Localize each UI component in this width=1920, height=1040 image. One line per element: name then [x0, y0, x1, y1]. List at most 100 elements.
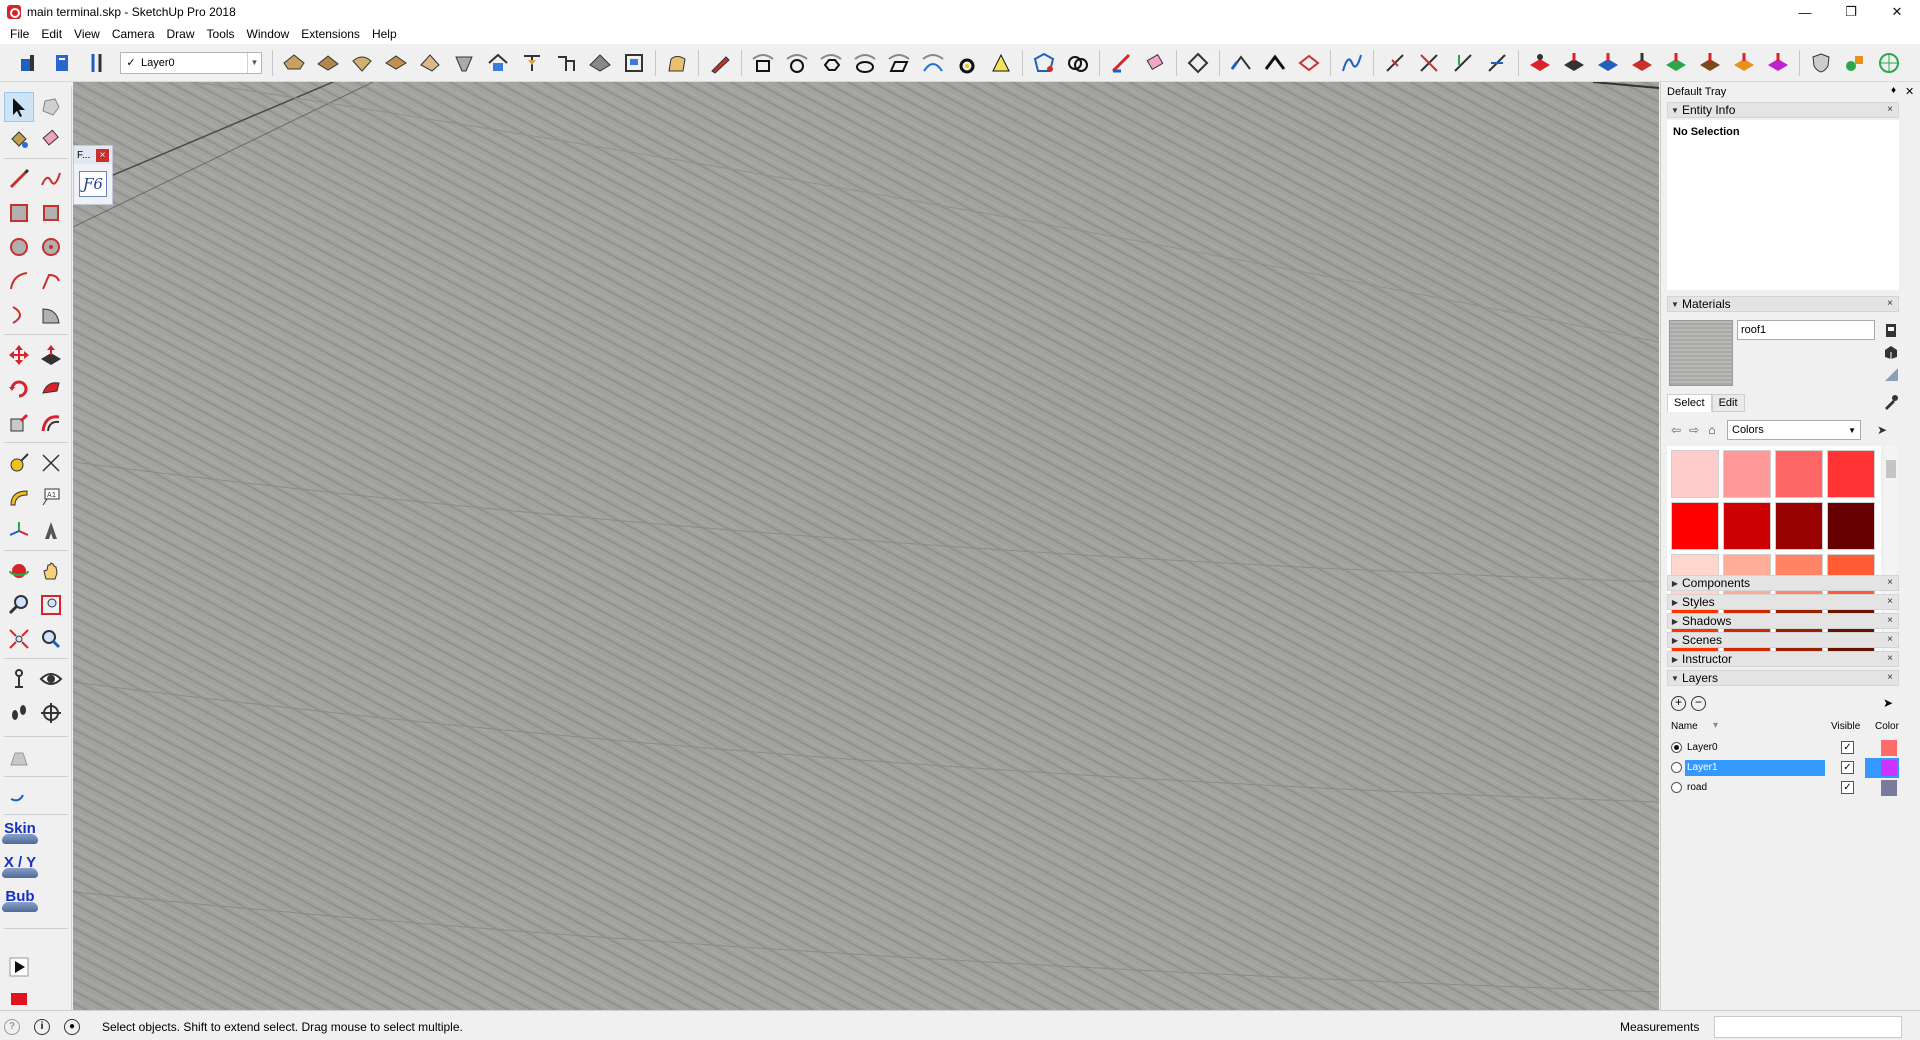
roof-gable-icon[interactable]	[1262, 50, 1288, 76]
circle-icon[interactable]	[4, 232, 34, 262]
color-swatch[interactable]	[1775, 450, 1823, 498]
shape-circle-icon[interactable]	[784, 50, 810, 76]
orbit-icon[interactable]	[4, 556, 34, 586]
push-tool-8-icon[interactable]	[1765, 50, 1791, 76]
panel-header-scenes[interactable]: ▶ Scenes ×	[1667, 632, 1899, 648]
extrude-icon[interactable]	[1108, 50, 1134, 76]
close-icon[interactable]: ✕	[1874, 0, 1920, 24]
layer-name[interactable]: Layer1	[1685, 760, 1825, 776]
library-dropdown[interactable]: Colors ▼	[1727, 420, 1861, 440]
layer-row[interactable]: Layer1 ✓	[1667, 758, 1899, 778]
close-icon[interactable]: ×	[1884, 577, 1896, 589]
color-swatch[interactable]	[1723, 450, 1771, 498]
eyedropper-icon[interactable]	[1883, 394, 1899, 410]
bezier-curve-icon[interactable]	[1339, 50, 1365, 76]
close-icon[interactable]: ×	[1884, 615, 1896, 627]
minimize-icon[interactable]: —	[1782, 0, 1828, 24]
sort-icon[interactable]: ▾	[1713, 720, 1718, 731]
panel-header-instructor[interactable]: ▶ Instructor ×	[1667, 651, 1899, 667]
axis-icon[interactable]	[84, 50, 110, 76]
shape-ellipse-icon[interactable]	[852, 50, 878, 76]
play-icon[interactable]	[4, 952, 34, 982]
layers-col-name[interactable]: Name	[1671, 721, 1698, 732]
protractor-icon[interactable]	[4, 482, 34, 512]
eraser-icon[interactable]	[36, 124, 66, 154]
push-tool-4-icon[interactable]	[1629, 50, 1655, 76]
pan-hand-icon[interactable]	[36, 556, 66, 586]
roof-tool-4-icon[interactable]	[383, 50, 409, 76]
menu-file[interactable]: File	[4, 24, 35, 44]
two-point-arc-icon[interactable]	[36, 266, 66, 296]
push-tool-7-icon[interactable]	[1731, 50, 1757, 76]
visible-checkbox[interactable]: ✓	[1841, 741, 1854, 754]
home-icon[interactable]: ⌂	[1703, 421, 1721, 439]
previous-view-icon[interactable]	[36, 624, 66, 654]
three-point-arc-icon[interactable]	[4, 300, 34, 330]
close-icon[interactable]: ×	[1884, 596, 1896, 608]
zoom-window-icon[interactable]	[36, 590, 66, 620]
pin-icon[interactable]: ♦	[1891, 85, 1896, 96]
color-swatch[interactable]	[1827, 502, 1875, 550]
layer-name[interactable]: Layer0	[1685, 740, 1825, 756]
move-icon[interactable]	[4, 340, 34, 370]
menu-window[interactable]: Window	[241, 24, 296, 44]
menu-view[interactable]: View	[68, 24, 106, 44]
shape-arc-icon[interactable]	[920, 50, 946, 76]
xy-tool-button[interactable]: X / Y	[2, 854, 38, 878]
line-tool-1-icon[interactable]	[1382, 50, 1408, 76]
restore-icon[interactable]: ❐	[1828, 0, 1874, 24]
offset-icon[interactable]	[36, 408, 66, 438]
tab-select[interactable]: Select	[1667, 394, 1712, 412]
paint-tool-icon[interactable]	[707, 50, 733, 76]
eraser-edges-icon[interactable]	[1142, 50, 1168, 76]
layers-col-visible[interactable]: Visible	[1831, 721, 1860, 732]
line-tool-4-icon[interactable]	[1484, 50, 1510, 76]
push-tool-6-icon[interactable]	[1697, 50, 1723, 76]
active-layer-radio[interactable]	[1671, 742, 1682, 753]
roof-hip-icon[interactable]	[1296, 50, 1322, 76]
roof-tool-7-icon[interactable]	[485, 50, 511, 76]
line-tool-3-icon[interactable]	[1450, 50, 1476, 76]
close-icon[interactable]: ×	[1884, 653, 1896, 665]
geo-icon[interactable]	[1876, 50, 1902, 76]
3d-viewport[interactable]	[73, 82, 1659, 1010]
close-icon[interactable]: ×	[1884, 634, 1896, 646]
color-swatch[interactable]	[1775, 502, 1823, 550]
color-swatch[interactable]	[1827, 450, 1875, 498]
menu-tools[interactable]: Tools	[201, 24, 241, 44]
panel-header-shadows[interactable]: ▶ Shadows ×	[1667, 613, 1899, 629]
section-plane-icon[interactable]	[36, 698, 66, 728]
select-arrow-icon[interactable]	[4, 92, 34, 122]
color-swatch[interactable]	[1671, 450, 1719, 498]
shape-parallelogram-icon[interactable]	[886, 50, 912, 76]
menu-camera[interactable]: Camera	[106, 24, 161, 44]
layer-row[interactable]: Layer0 ✓	[1667, 738, 1899, 758]
rectangle-icon[interactable]	[4, 198, 34, 228]
remove-layer-icon[interactable]: −	[1691, 696, 1706, 711]
shape-rectangle-icon[interactable]	[750, 50, 776, 76]
forward-arrow-icon[interactable]: ⇨	[1685, 421, 1703, 439]
freehand-icon[interactable]	[36, 164, 66, 194]
follow-me-icon[interactable]	[664, 50, 690, 76]
active-layer-radio[interactable]	[1671, 762, 1682, 773]
roof-tool-8-icon[interactable]	[519, 50, 545, 76]
layer-dropdown[interactable]: ✓ Layer0 ▼	[120, 51, 262, 74]
section-plane-icon[interactable]	[1185, 50, 1211, 76]
geo-location-icon[interactable]: ?	[4, 1019, 20, 1035]
paint-bucket-icon[interactable]	[4, 124, 34, 154]
rotate-icon[interactable]	[4, 374, 34, 404]
roof-tool-6-icon[interactable]	[451, 50, 477, 76]
details-arrow-icon[interactable]: ➤	[1883, 696, 1893, 710]
push-pull-icon[interactable]	[36, 340, 66, 370]
material-preview[interactable]	[1669, 320, 1733, 386]
line-tool-2-icon[interactable]	[1416, 50, 1442, 76]
material-name-field[interactable]	[1737, 320, 1875, 340]
menu-help[interactable]: Help	[366, 24, 403, 44]
dimension-icon[interactable]	[36, 448, 66, 478]
roof-tool-1-icon[interactable]	[281, 50, 307, 76]
close-icon[interactable]: ×	[96, 148, 109, 162]
layer-manager-icon[interactable]	[50, 50, 76, 76]
look-around-icon[interactable]	[36, 664, 66, 694]
roof-tool-2-icon[interactable]	[315, 50, 341, 76]
default-material-icon[interactable]	[1883, 366, 1899, 382]
